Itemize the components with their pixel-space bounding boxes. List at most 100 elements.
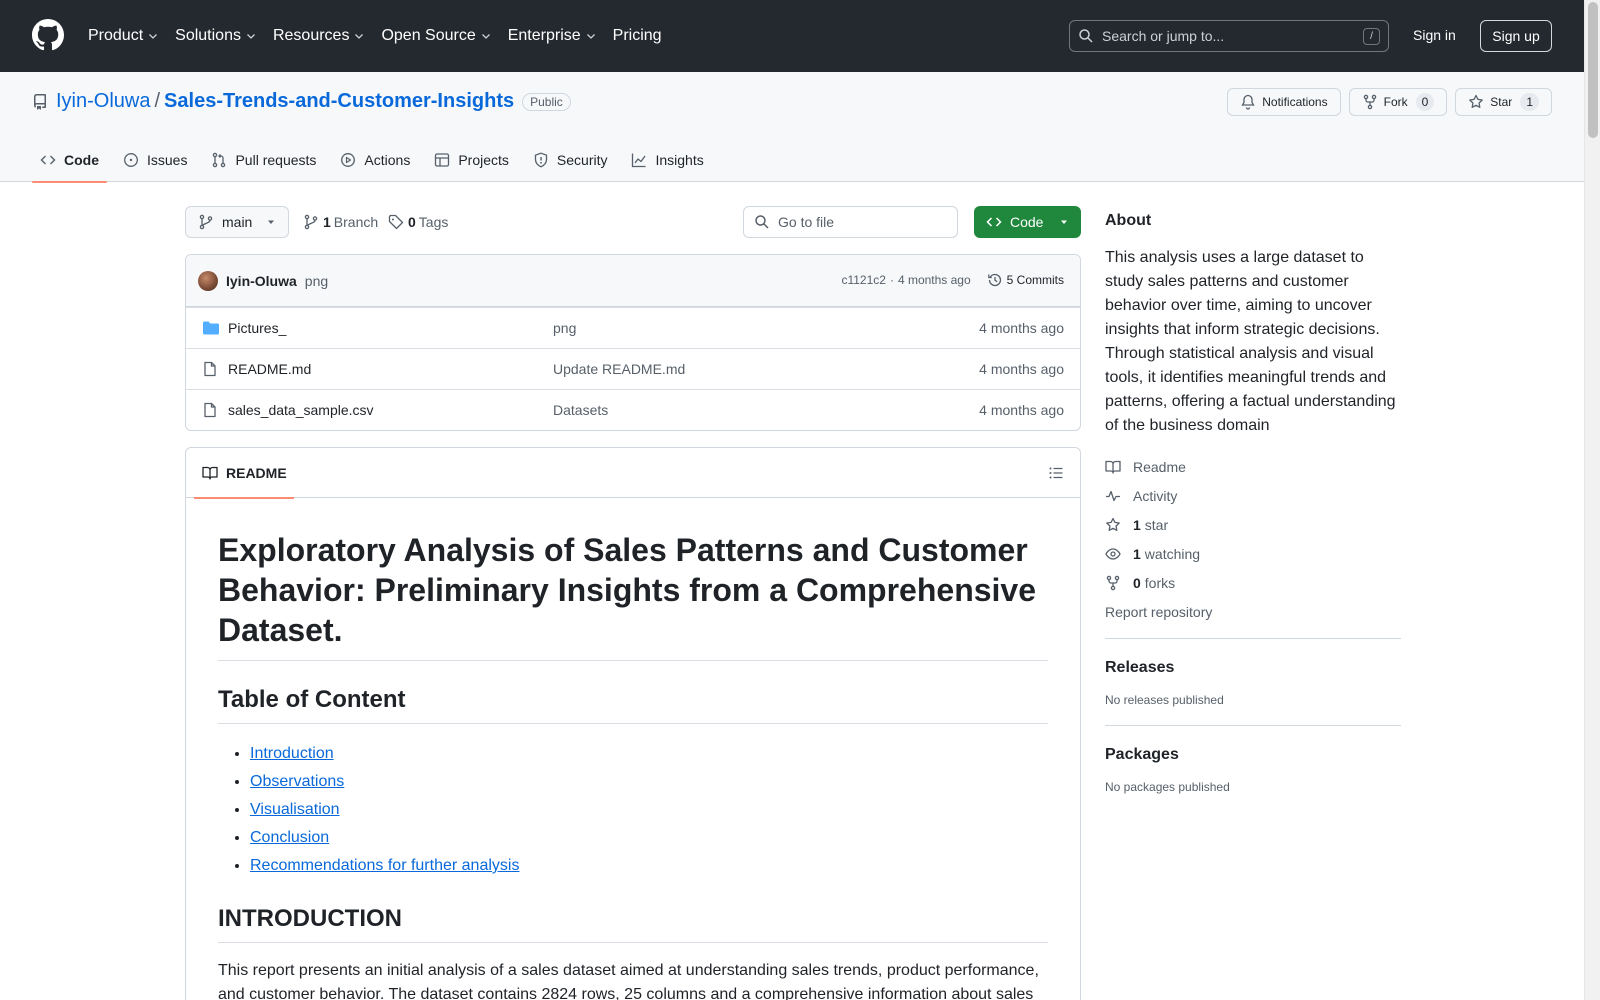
tag-count-label: Tags — [418, 214, 449, 230]
file-commit-message-link[interactable]: Update README.md — [553, 361, 685, 377]
caret-down-icon — [1061, 220, 1067, 224]
notifications-button[interactable]: Notifications — [1227, 88, 1341, 116]
toc-link-introduction[interactable]: Introduction — [250, 745, 334, 762]
report-repository-link[interactable]: Report repository — [1105, 597, 1401, 626]
tab-issues[interactable]: Issues — [115, 138, 195, 182]
branch-count: 1 — [323, 214, 331, 230]
nav-label: Solutions — [175, 27, 241, 44]
watching-label: watching — [1144, 545, 1201, 562]
commit-hash-link[interactable]: c1121c2 — [841, 273, 885, 287]
packages-empty-text: No packages published — [1105, 780, 1230, 794]
tags-link[interactable]: 0 Tags — [388, 214, 448, 230]
releases-heading[interactable]: Releases — [1105, 659, 1401, 677]
tab-code[interactable]: Code — [32, 138, 107, 183]
star-icon — [1106, 517, 1120, 531]
tab-projects[interactable]: Projects — [426, 138, 517, 182]
page-scrollbar[interactable] — [1584, 0, 1600, 1000]
folder-icon — [203, 321, 219, 335]
repo-name-link[interactable]: Sales-Trends-and-Customer-Insights — [164, 90, 514, 113]
commit-meta-dot: · — [889, 273, 894, 287]
forks-link[interactable]: 0 forks — [1105, 568, 1401, 597]
commit-message-link[interactable]: png — [305, 273, 328, 289]
watchers-link[interactable]: 1 watching — [1105, 539, 1401, 568]
history-icon — [987, 273, 1001, 287]
nav-open-source[interactable]: Open Source — [381, 27, 491, 45]
scrollbar-thumb[interactable] — [1588, 2, 1598, 138]
nav-pricing[interactable]: Pricing — [613, 27, 662, 45]
file-name-link[interactable]: README.md — [228, 361, 311, 377]
github-logo-icon[interactable] — [32, 19, 64, 51]
tab-actions[interactable]: Actions — [332, 138, 418, 182]
commit-age: 4 months ago — [897, 273, 971, 287]
chevron-down-icon — [586, 34, 595, 39]
tab-pull-requests[interactable]: Pull requests — [203, 138, 324, 182]
readme-link[interactable]: Readme — [1105, 452, 1401, 481]
file-row: README.md Update README.md 4 months ago — [186, 348, 1080, 389]
eye-icon — [1105, 547, 1121, 560]
repo-owner-link[interactable]: Iyin-Oluwa — [56, 90, 150, 113]
commits-history-link[interactable]: 5 Commits — [987, 272, 1064, 288]
packages-heading[interactable]: Packages — [1105, 746, 1401, 764]
toc-link-recommendations[interactable]: Recommendations for further analysis — [250, 857, 519, 874]
global-search-input[interactable]: Search or jump to... / — [1069, 20, 1389, 52]
code-dropdown-button[interactable]: Code — [974, 206, 1081, 238]
sign-up-button[interactable]: Sign up — [1480, 20, 1552, 52]
play-icon — [341, 153, 356, 167]
nav-enterprise[interactable]: Enterprise — [508, 27, 597, 45]
repo-tabs: Code Issues Pull requests Actions Projec… — [32, 138, 720, 183]
tag-count: 0 — [408, 214, 416, 230]
activity-link[interactable]: Activity — [1105, 481, 1401, 510]
file-browser: Iyin-Oluwa png c1121c2 · 4 months ago 5 … — [185, 254, 1081, 431]
sign-in-link[interactable]: Sign in — [1413, 27, 1456, 43]
go-to-file-input[interactable]: Go to file — [743, 206, 958, 238]
stars-link[interactable]: 1 star — [1105, 510, 1401, 539]
branch-selector-button[interactable]: main — [185, 206, 289, 238]
file-name-link[interactable]: sales_data_sample.csv — [228, 402, 374, 418]
about-heading: About — [1105, 212, 1152, 229]
commit-author-link[interactable]: Iyin-Oluwa — [226, 273, 297, 289]
book-icon — [202, 466, 218, 480]
file-commit-message-link[interactable]: png — [553, 320, 576, 336]
branch-icon — [199, 214, 213, 230]
visibility-badge: Public — [522, 92, 571, 111]
introduction-paragraph: This report presents an initial analysis… — [218, 962, 1039, 1000]
introduction-heading: INTRODUCTION — [218, 904, 1048, 943]
toc-link-visualisation[interactable]: Visualisation — [250, 801, 340, 818]
readme-tab[interactable]: README — [194, 448, 294, 499]
nav-product[interactable]: Product — [88, 27, 159, 45]
list-unordered-icon[interactable] — [1048, 465, 1064, 481]
global-nav: Product Solutions Resources Open Source … — [88, 0, 678, 72]
file-toolbar: main 1 Branch 0 Tags Go to file Code — [185, 206, 1081, 238]
branch-count-label: Branch — [333, 214, 379, 230]
fork-icon — [1363, 94, 1376, 110]
nav-resources[interactable]: Resources — [273, 27, 365, 45]
star-icon — [1469, 94, 1484, 108]
forks-count: 0 — [1133, 574, 1141, 591]
chevron-down-icon — [247, 34, 255, 39]
nav-solutions[interactable]: Solutions — [175, 27, 257, 45]
star-button[interactable]: Star 1 — [1455, 88, 1552, 116]
watching-count: 1 — [1133, 545, 1141, 562]
avatar[interactable] — [198, 270, 218, 291]
repo-actions: Notifications Fork 0 Star 1 — [1227, 88, 1552, 116]
latest-commit-bar: Iyin-Oluwa png c1121c2 · 4 months ago 5 … — [186, 255, 1080, 307]
list-item: Observations — [250, 768, 1048, 796]
list-item: Visualisation — [250, 796, 1048, 824]
nav-label: Enterprise — [507, 27, 581, 44]
repo-icon — [34, 93, 46, 110]
branches-link[interactable]: 1 Branch — [303, 214, 378, 230]
tab-security[interactable]: Security — [525, 138, 616, 182]
file-name-link[interactable]: Pictures_ — [228, 320, 286, 336]
list-item: Conclusion — [250, 824, 1048, 852]
tab-insights[interactable]: Insights — [623, 138, 711, 182]
toc-link-conclusion[interactable]: Conclusion — [250, 829, 329, 846]
file-commit-message-link[interactable]: Datasets — [553, 402, 608, 418]
chevron-down-icon — [481, 34, 490, 39]
tab-label: Projects — [458, 152, 509, 168]
nav-label: Open Source — [381, 27, 476, 44]
toc-link-observations[interactable]: Observations — [250, 773, 344, 790]
fork-button[interactable]: Fork 0 — [1348, 88, 1448, 116]
sidebar-divider — [1105, 725, 1401, 726]
code-icon — [986, 217, 1002, 227]
forks-label: forks — [1144, 574, 1176, 591]
